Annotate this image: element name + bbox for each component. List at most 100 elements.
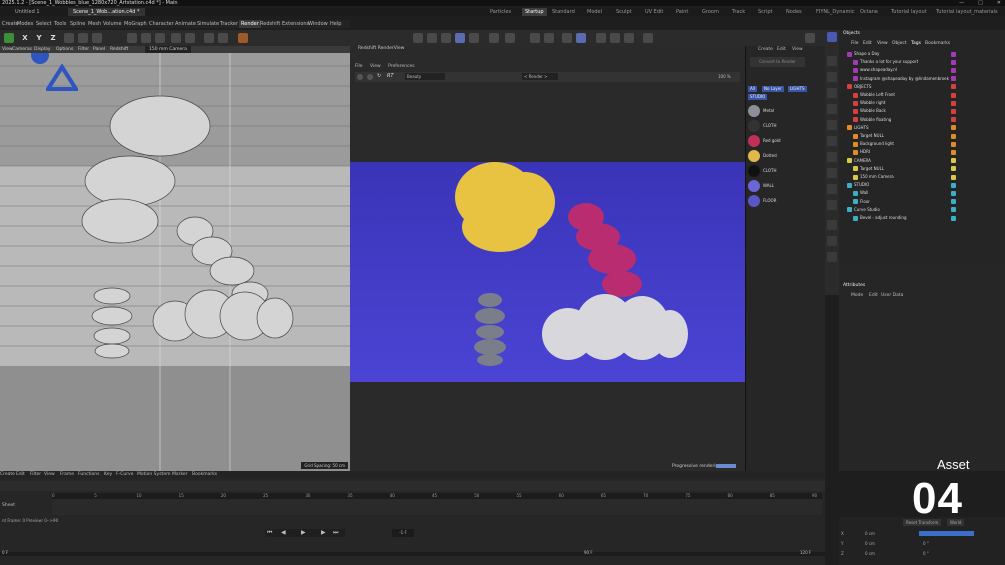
material-menu-edit[interactable]: Edit [777,46,786,53]
pause-render-icon[interactable] [367,74,373,80]
workplane-icon[interactable] [576,33,586,43]
layout-tab-sculpt[interactable]: Sculpt [616,8,632,16]
object-row[interactable]: Wobble floating [839,116,1005,124]
light-icon[interactable] [827,200,837,210]
filter-studio[interactable]: STUDIO [748,94,768,100]
layout-tab-groom[interactable]: Groom [702,8,719,16]
layout-tab-uv-edit[interactable]: UV Edit [645,8,663,16]
render-picture-icon[interactable] [141,33,151,43]
material-menu-create[interactable]: Create [758,46,773,53]
document-tab-scene[interactable]: Scene_1_Wob...ation.c4d * [68,8,145,16]
play-icon[interactable]: ▶ [301,529,306,537]
mograph-icon[interactable] [827,152,837,162]
timeline-menu-motion-system[interactable]: Motion System [137,471,170,478]
axis-mode-icon[interactable] [489,33,499,43]
layout-tab-paint[interactable]: Paint [676,8,688,16]
layer-color-icon[interactable] [951,76,956,82]
layout-tab-script[interactable]: Script [758,8,773,16]
axis-y-toggle[interactable]: Y [34,33,44,43]
snap-icon[interactable] [218,33,228,43]
spline-icon[interactable] [827,72,837,82]
text-icon[interactable] [827,120,837,130]
timeline-menu-create[interactable]: Create [0,471,15,478]
timeline-menu-key[interactable]: Key [104,471,112,478]
tweak-mode-icon[interactable] [505,33,515,43]
object-row[interactable]: Bevel - adjust rounding [839,214,1005,222]
render-queue-icon[interactable] [171,33,181,43]
menu-spline[interactable]: Spline [70,20,85,28]
coord-x-value[interactable]: 0 cm [865,531,875,536]
objects-menu-file[interactable]: File [851,40,859,47]
objects-menu-edit[interactable]: Edit [863,40,872,47]
range-max[interactable]: 120 F [800,550,811,555]
torch-icon[interactable] [238,33,248,43]
frame-range-bar[interactable] [0,552,825,556]
objects-menu-view[interactable]: View [877,40,888,47]
convert-to-render-button[interactable]: Convert to Render [750,57,805,67]
material-item[interactable]: Dotted [746,149,824,163]
material-icon[interactable] [827,236,837,246]
object-row[interactable]: Wobble Back [839,107,1005,115]
menu-select[interactable]: Select [36,20,51,28]
object-row[interactable]: Instagram @shapeaday by @lindamenbroek [839,75,1005,83]
rotate-tool-icon[interactable] [92,33,102,43]
layer-color-icon[interactable] [951,100,956,106]
timeline-menu-view[interactable]: View [44,471,55,478]
object-row[interactable]: Thanks a lot for your support [839,58,1005,66]
move-tool-icon[interactable] [64,33,74,43]
rt-icon[interactable]: RT [387,73,394,79]
layer-color-icon[interactable] [951,133,956,139]
material-item[interactable]: CLOTH [746,119,824,133]
zoom-label[interactable]: 100 % [718,73,731,80]
layout-tab-standard[interactable]: Standard [552,8,575,16]
layout-tab-startup[interactable]: Startup [522,8,547,16]
timeline-menu-fcurve[interactable]: F-Curve [116,471,134,478]
menu-tracker[interactable]: Tracker [220,20,238,28]
attributes-menu-user-data[interactable]: User Data [881,293,903,298]
layer-color-icon[interactable] [951,149,956,155]
object-row[interactable]: Wall [839,189,1005,197]
render-settings-icon[interactable] [155,33,165,43]
perspective-viewport[interactable]: Grid Spacing: 50 cm [0,46,350,471]
viewport-camera-label[interactable]: 150 mm Camera [145,46,191,53]
menu-simulate[interactable]: Simulate [197,20,219,28]
lock-workplane-icon[interactable] [596,33,606,43]
object-row[interactable]: CAMERA [839,157,1005,165]
layer-color-icon[interactable] [951,215,956,221]
object-row[interactable]: Target NULL [839,132,1005,140]
attributes-menu-edit[interactable]: Edit [869,293,878,298]
timeline-menu-functions[interactable]: Functions [78,471,100,478]
axis-x-toggle[interactable]: X [20,33,30,43]
window-controls[interactable]: — □ ✕ [959,0,1001,6]
layer-color-icon[interactable] [951,117,956,123]
edges-mode-icon[interactable] [441,33,451,43]
coord-b-value[interactable]: 0 ° [923,551,929,556]
layout-tab-nodes[interactable]: Nodes [786,8,802,16]
aov-select[interactable]: Beauty [405,73,445,80]
generator-icon[interactable] [827,88,837,98]
layer-color-icon[interactable] [951,166,956,172]
menu-character[interactable]: Character [149,20,174,28]
field-icon[interactable] [827,136,837,146]
first-frame-icon[interactable]: ⏮ [267,529,272,537]
volume-icon[interactable] [827,168,837,178]
layer-color-icon[interactable] [951,199,956,205]
object-row[interactable]: www.shapeaday.nl [839,66,1005,74]
material-item[interactable]: WALL [746,179,824,193]
quantize-icon[interactable] [643,33,653,43]
object-row[interactable]: LIGHTS [839,124,1005,132]
object-row[interactable]: 150 mm Camera [839,173,1005,181]
layer-color-icon[interactable] [951,182,956,188]
scene-icon[interactable] [827,252,837,262]
layout-settings-icon[interactable] [805,33,815,43]
object-row[interactable]: HDRI [839,148,1005,156]
last-frame-icon[interactable]: ⏭ [333,529,338,537]
hair-icon[interactable] [827,220,837,230]
layout-tab-particles[interactable]: Particles [490,8,511,16]
menu-extensions[interactable]: Extensions [282,20,309,28]
viewport-menu-filter[interactable]: Filter [78,46,89,53]
menu-window[interactable]: Window [308,20,328,28]
menu-mograph[interactable]: MoGraph [124,20,147,28]
viewport-menu-cameras[interactable]: Cameras [12,46,32,53]
timeline-menu-frame[interactable]: Frame [60,471,74,478]
